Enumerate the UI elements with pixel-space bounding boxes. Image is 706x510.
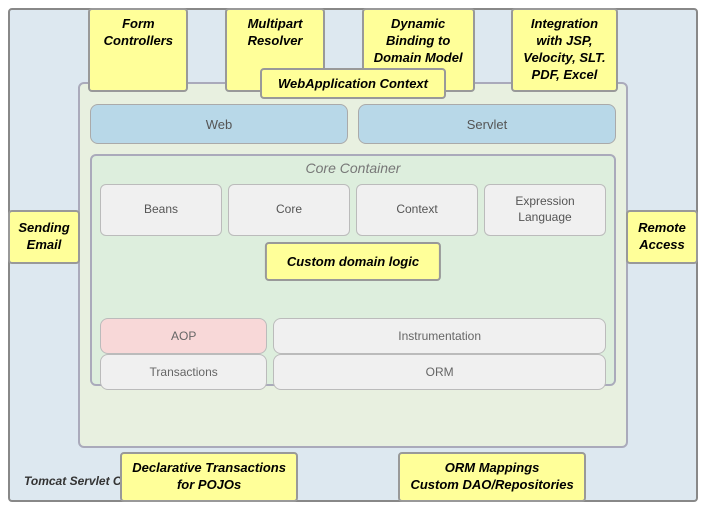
trans-row: Transactions ORM xyxy=(100,354,606,390)
core-container-label: Core Container xyxy=(306,160,401,176)
web-box: Web xyxy=(90,104,348,144)
core-box: Core xyxy=(228,184,350,236)
integration-box: Integration with JSP, Velocity, SLT. PDF… xyxy=(511,8,617,92)
servlet-box: Servlet xyxy=(358,104,616,144)
beans-row: Beans Core Context Expression Language xyxy=(100,184,606,236)
orm-box: ORM xyxy=(273,354,606,390)
instrumentation-box: Instrumentation xyxy=(273,318,606,354)
beans-box: Beans xyxy=(100,184,222,236)
bottom-boxes: Declarative Transactions for POJOs ORM M… xyxy=(70,452,636,502)
context-box: Context xyxy=(356,184,478,236)
outer-container: Spring Framework Runtime Tomcat Servlet … xyxy=(8,8,698,502)
sending-email-box: Sending Email xyxy=(8,210,80,264)
form-controllers-box: Form Controllers xyxy=(88,8,188,92)
expression-language-box: Expression Language xyxy=(484,184,606,236)
custom-domain-box: Custom domain logic xyxy=(265,242,441,281)
orm-mappings-box: ORM Mappings Custom DAO/Repositories xyxy=(398,452,585,502)
webapp-context-box: WebApplication Context xyxy=(260,68,446,99)
transactions-box: Transactions xyxy=(100,354,267,390)
declarative-transactions-box: Declarative Transactions for POJOs xyxy=(120,452,298,502)
aop-box: AOP xyxy=(100,318,267,354)
web-servlet-row: Web Servlet xyxy=(90,104,616,144)
spring-container: WebApplication Context Web Servlet Core … xyxy=(78,82,628,448)
aop-row: AOP Instrumentation xyxy=(100,318,606,354)
core-container: Core Container Beans Core Context Expres… xyxy=(90,154,616,386)
remote-access-box: Remote Access xyxy=(626,210,698,264)
